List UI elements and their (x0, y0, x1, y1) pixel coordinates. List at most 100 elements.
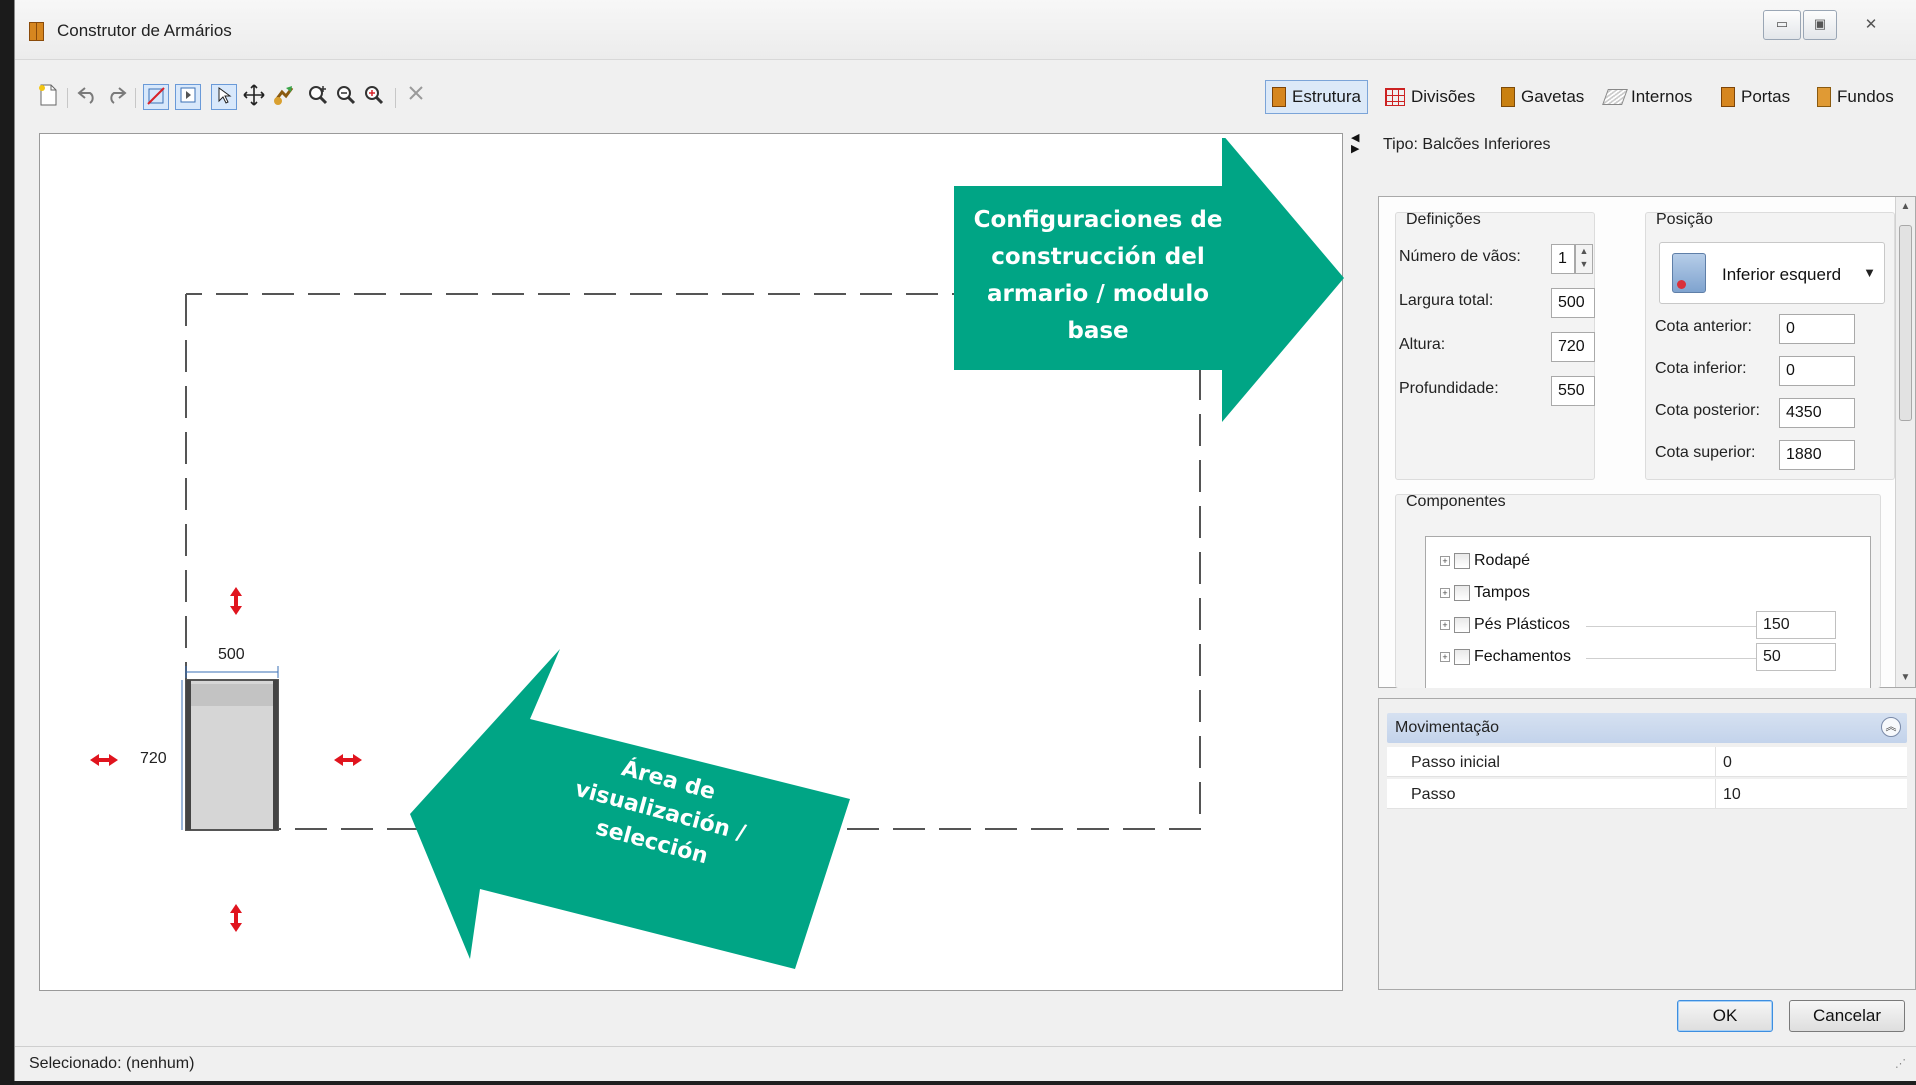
collapse-icon[interactable]: ︽ (1881, 717, 1901, 737)
select-icon[interactable] (211, 84, 237, 110)
config-scrollbar[interactable]: ▲ ▼ (1895, 197, 1915, 687)
movimentacao-header[interactable]: Movimentação ︽ (1387, 713, 1907, 743)
window-title: Construtor de Armários (57, 21, 232, 40)
checkbox[interactable] (1454, 649, 1470, 665)
tab-fundos[interactable]: Fundos (1811, 80, 1900, 114)
property-value[interactable]: 10 (1723, 786, 1741, 804)
profundidade-input[interactable]: 550 (1551, 376, 1595, 406)
components-tree: + Rodapé + Tampos + Pés Plásticos 150 + … (1425, 536, 1871, 688)
cota-superior-input[interactable]: 1880 (1779, 440, 1855, 470)
chevron-down-icon: ▼ (1863, 265, 1876, 280)
tab-label: Divisões (1411, 87, 1476, 106)
tree-item-pes-plasticos[interactable]: + Pés Plásticos (1440, 613, 1570, 637)
componentes-title: Componentes (1406, 493, 1506, 510)
configuration-callout-text: Configuraciones de construcción del arma… (973, 207, 1223, 344)
scroll-down-arrow[interactable]: ▼ (1896, 672, 1915, 683)
property-row-passo[interactable]: Passo 10 (1387, 779, 1907, 809)
undo-icon[interactable] (75, 84, 101, 110)
altura-input[interactable]: 720 (1551, 332, 1595, 362)
cancel-button[interactable]: Cancelar (1789, 1000, 1905, 1032)
position-selected: Inferior esquerd (1722, 265, 1842, 284)
close-button[interactable]: ✕ (1841, 10, 1901, 40)
largura-input[interactable]: 500 (1551, 288, 1595, 318)
ok-button[interactable]: OK (1677, 1000, 1773, 1032)
property-name: Passo inicial (1411, 754, 1500, 771)
tab-estrutura[interactable]: Estrutura (1265, 80, 1368, 114)
tab-portas[interactable]: Portas (1715, 80, 1796, 114)
movimentacao-title: Movimentação (1395, 719, 1500, 736)
checkbox[interactable] (1454, 617, 1470, 633)
resize-grip-icon[interactable]: ⋰ (1895, 1057, 1906, 1070)
tab-gavetas[interactable]: Gavetas (1495, 80, 1590, 114)
tree-leader-line (1586, 626, 1756, 627)
expand-icon[interactable]: + (1440, 556, 1450, 566)
vaos-stepper[interactable]: ▲ ▼ (1575, 244, 1593, 274)
structure-icon (1272, 87, 1286, 107)
resize-handle-top[interactable] (230, 587, 242, 615)
cota-inferior-input[interactable]: 0 (1779, 356, 1855, 386)
tab-divisoes[interactable]: Divisões (1379, 80, 1481, 114)
expand-icon[interactable]: + (1440, 620, 1450, 630)
tree-item-label: Rodapé (1474, 552, 1531, 569)
scroll-thumb[interactable] (1899, 225, 1912, 421)
snap-icon[interactable] (143, 84, 169, 110)
cota-superior-label: Cota superior: (1655, 444, 1756, 461)
width-dimension (185, 666, 279, 678)
position-corner-icon (1672, 253, 1706, 293)
tab-label: Internos (1631, 87, 1693, 106)
wardrobe-app-icon (29, 22, 44, 41)
resize-handle-right[interactable] (334, 754, 362, 766)
redo-icon[interactable] (103, 84, 129, 110)
property-row-passo-inicial[interactable]: Passo inicial 0 (1387, 747, 1907, 777)
tab-label: Estrutura (1292, 87, 1361, 106)
selection-status: Selecionado: (nenhum) (29, 1055, 195, 1072)
toolbar: Estrutura Divisões Gavetas Internos Port… (15, 74, 1916, 122)
delete-icon[interactable] (403, 84, 429, 110)
minimize-button[interactable]: ▭ (1763, 10, 1801, 40)
position-dropdown[interactable]: Inferior esquerd ▼ (1659, 242, 1885, 304)
width-label: 500 (218, 646, 245, 663)
frame-icon[interactable] (175, 84, 201, 110)
status-bar: Selecionado: (nenhum) ⋰ (15, 1046, 1916, 1081)
checkbox[interactable] (1454, 553, 1470, 569)
posicao-title: Posição (1656, 211, 1713, 228)
visualization-canvas[interactable]: 500 720 Área de visualización / selecció… (39, 133, 1344, 991)
zoom-region-icon[interactable] (305, 84, 331, 110)
panel-splitter[interactable]: ◀ ▶ (1351, 133, 1363, 155)
resize-handle-bottom[interactable] (230, 904, 242, 932)
tree-item-rodape[interactable]: + Rodapé (1440, 549, 1530, 573)
zoom-fit-icon[interactable] (361, 84, 387, 110)
height-label: 720 (140, 750, 167, 767)
rotate-icon[interactable] (271, 84, 297, 110)
tree-item-fechamentos[interactable]: + Fechamentos (1440, 645, 1571, 669)
tree-item-tampos[interactable]: + Tampos (1440, 581, 1530, 605)
cota-anterior-input[interactable]: 0 (1779, 314, 1855, 344)
resize-handle-left[interactable] (90, 754, 118, 766)
tab-label: Fundos (1837, 87, 1894, 106)
cota-posterior-label: Cota posterior: (1655, 402, 1760, 419)
move-icon[interactable] (241, 84, 267, 110)
cota-anterior-label: Cota anterior: (1655, 318, 1752, 335)
title-bar: Construtor de Armários ▭ ▣ ✕ (15, 0, 1916, 60)
divisions-icon (1385, 88, 1405, 106)
property-value[interactable]: 0 (1723, 754, 1732, 772)
tree-leader-line (1586, 658, 1756, 659)
maximize-button[interactable]: ▣ (1803, 10, 1837, 40)
app-window: Construtor de Armários ▭ ▣ ✕ Estrutura D… (14, 0, 1916, 1085)
fechamentos-value[interactable]: 50 (1756, 643, 1836, 671)
vaos-input[interactable]: 1 (1551, 244, 1575, 274)
new-icon[interactable] (35, 84, 61, 110)
expand-icon[interactable]: + (1440, 652, 1450, 662)
cota-inferior-label: Cota inferior: (1655, 360, 1747, 377)
altura-label: Altura: (1399, 336, 1446, 353)
cota-posterior-input[interactable]: 4350 (1779, 398, 1855, 428)
tab-internos[interactable]: Internos (1599, 80, 1698, 114)
scroll-up-arrow[interactable]: ▲ (1896, 201, 1915, 212)
base-cabinet[interactable] (185, 679, 279, 831)
expand-icon[interactable]: + (1440, 588, 1450, 598)
pes-plasticos-value[interactable]: 150 (1756, 611, 1836, 639)
zoom-out-icon[interactable] (333, 84, 359, 110)
property-divider (1715, 779, 1716, 809)
checkbox[interactable] (1454, 585, 1470, 601)
tree-item-label: Tampos (1474, 584, 1531, 601)
